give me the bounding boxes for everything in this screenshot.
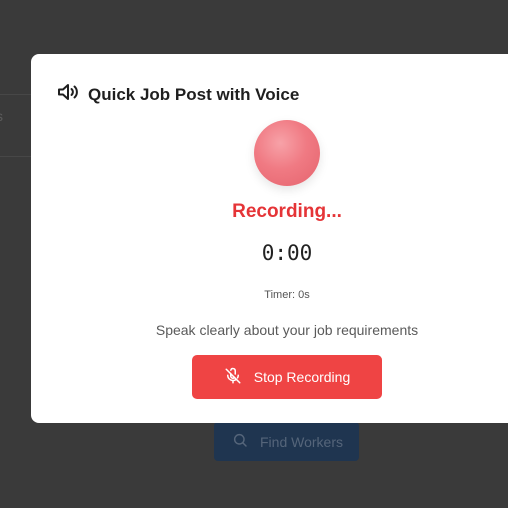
modal-header: Quick Job Post with Voice	[56, 80, 299, 109]
mic-off-icon	[224, 367, 242, 388]
recording-hint: Speak clearly about your job requirement…	[155, 322, 419, 338]
modal-title: Quick Job Post with Voice	[88, 84, 300, 104]
voice-job-post-modal: Quick Job Post with Voice Recording... 0…	[31, 54, 508, 423]
recording-indicator	[254, 120, 320, 186]
background-tab-fragment: s	[0, 108, 6, 124]
search-icon	[232, 432, 248, 451]
timer-display: 0:00	[261, 241, 313, 265]
recording-status: Recording...	[232, 201, 342, 222]
stop-recording-button[interactable]: Stop Recording	[192, 355, 382, 399]
find-workers-label: Find Workers	[260, 433, 343, 450]
speaker-icon	[56, 80, 80, 109]
stop-recording-label: Stop Recording	[253, 369, 351, 385]
timer-label: Timer: 0s	[264, 289, 310, 301]
find-workers-button: Find Workers	[214, 422, 359, 461]
